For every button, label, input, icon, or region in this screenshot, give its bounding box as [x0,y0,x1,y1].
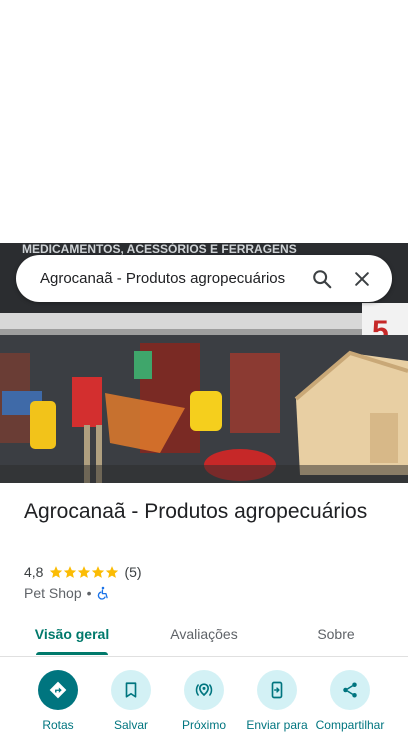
rating-row[interactable]: 4,8 (5) [24,562,142,582]
send-to-phone-label: Enviar para [246,718,308,732]
map-area[interactable] [0,0,408,243]
save-button[interactable]: Salvar [93,668,169,732]
nearby-icon [195,683,213,697]
bookmark-icon [125,682,137,698]
share-button[interactable]: Compartilhar [312,668,388,732]
active-tab-indicator [36,652,108,655]
search-bar[interactable]: Agrocanaã - Produtos agropecuários [16,255,392,302]
search-icon [313,269,332,288]
rating-stars [49,565,119,579]
star-icon [92,566,105,578]
place-tabs: Visão geral Avaliações Sobre [0,612,408,657]
rating-value: 4,8 [24,564,44,580]
star-icon [78,566,91,578]
wheelchair-accessible-icon [97,586,108,600]
send-to-phone-icon [271,681,283,699]
share-label: Compartilhar [315,718,385,732]
close-icon [355,271,369,286]
directions-label: Rotas [42,718,74,732]
tab-about[interactable]: Sobre [296,612,376,656]
action-buttons: Rotas Salvar Próximo Enviar para Compart… [0,668,408,732]
star-icon [106,566,119,578]
review-count: (5) [124,564,142,580]
search-input[interactable]: Agrocanaã - Produtos agropecuários [40,270,302,287]
share-icon [343,682,357,698]
tab-overview[interactable]: Visão geral [22,612,122,656]
tab-reviews[interactable]: Avaliações [154,612,254,656]
nearby-button[interactable]: Próximo [166,668,242,732]
send-to-phone-button[interactable]: Enviar para [239,668,315,732]
directions-button[interactable]: Rotas [20,668,96,732]
nearby-label: Próximo [181,718,226,732]
star-icon [64,566,77,578]
search-button[interactable] [302,259,342,299]
clear-search-button[interactable] [342,259,382,299]
star-icon [50,566,63,578]
place-title: Agrocanaã - Produtos agropecuários [24,500,368,523]
place-category: Pet Shop [24,585,82,601]
save-label: Salvar [113,718,148,732]
category-row: Pet Shop • [24,584,110,602]
directions-icon [49,681,67,699]
separator-dot: • [86,585,92,601]
